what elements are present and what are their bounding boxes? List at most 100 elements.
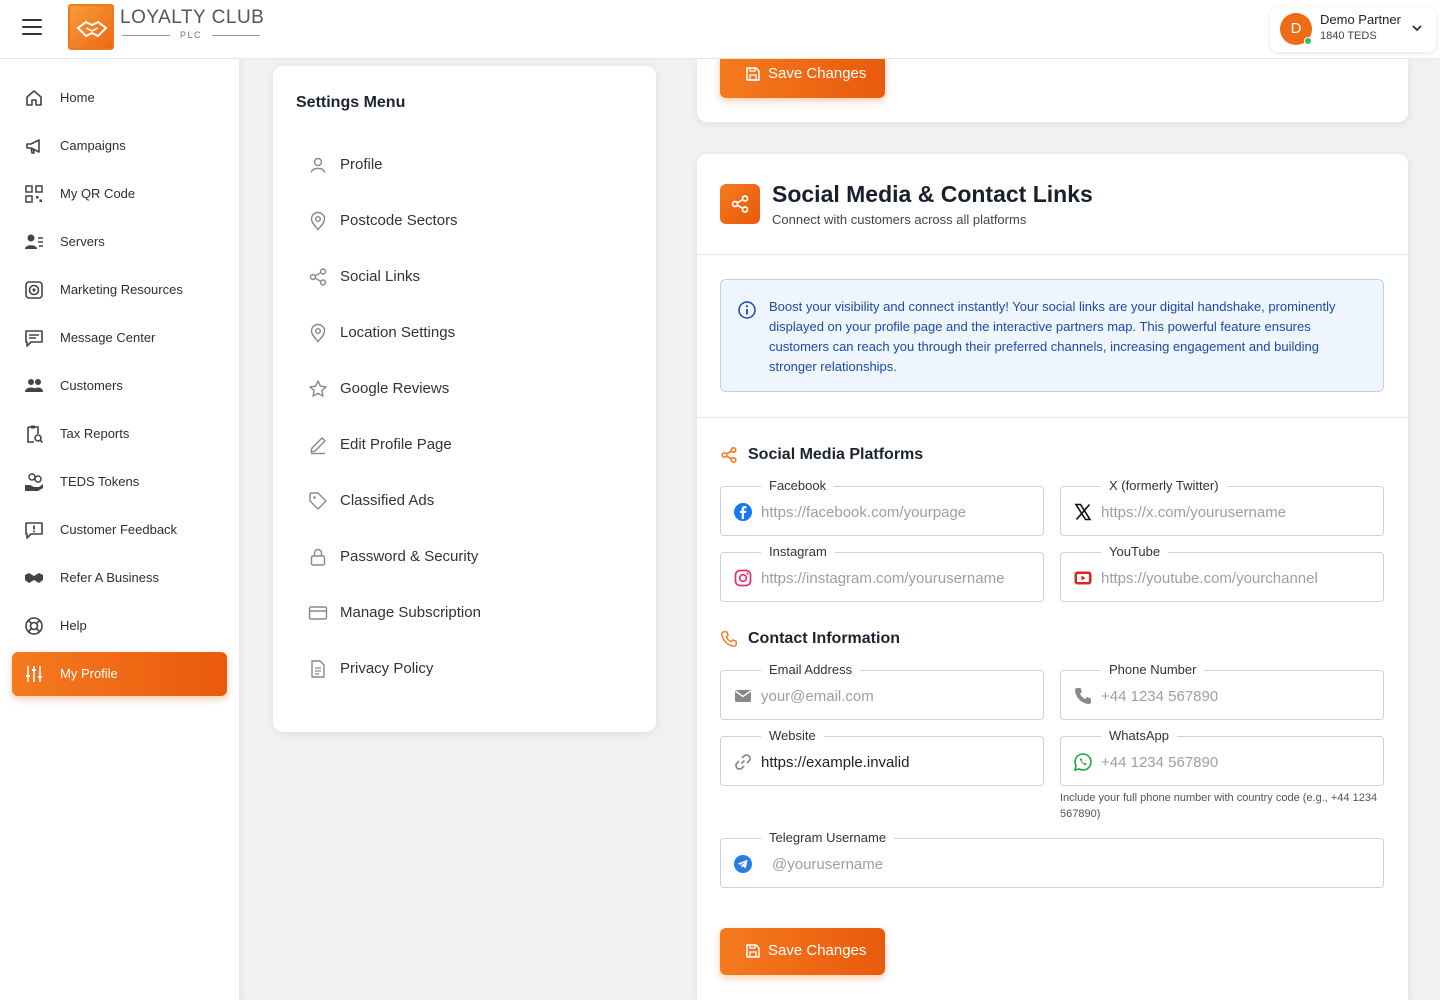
map-pin-icon — [310, 323, 326, 343]
brand-sub: PLC — [122, 30, 260, 40]
sidebar-item-label: Tax Reports — [60, 426, 130, 441]
megaphone-icon — [26, 139, 40, 154]
sidebar-item-message-center[interactable]: Message Center — [12, 316, 227, 360]
facebook-input[interactable] — [761, 499, 1031, 525]
settings-item-password-security[interactable]: Password & Security — [296, 537, 636, 577]
sidebar-item-label: Marketing Resources — [60, 282, 183, 297]
map-pin-icon — [310, 211, 326, 231]
phone-icon — [1075, 688, 1091, 704]
home-icon — [26, 90, 42, 106]
link-icon — [735, 754, 751, 770]
phone-field[interactable]: Phone Number — [1060, 662, 1384, 720]
settings-item-label: Privacy Policy — [340, 660, 434, 677]
phone-input[interactable] — [1101, 683, 1371, 709]
facebook-label: Facebook — [761, 478, 835, 493]
logo-icon[interactable] — [68, 4, 114, 50]
email-input[interactable] — [761, 683, 1031, 709]
settings-menu-title: Settings Menu — [296, 94, 406, 111]
telegram-field[interactable]: Telegram Username — [720, 830, 1384, 888]
hamburger-menu-icon[interactable] — [22, 19, 42, 35]
website-input[interactable] — [761, 749, 1031, 775]
sidebar-item-refer-a-business[interactable]: Refer A Business — [12, 556, 227, 600]
x-twitter-label: X (formerly Twitter) — [1101, 478, 1227, 493]
save-icon — [746, 67, 760, 81]
sidebar-item-marketing-resources[interactable]: Marketing Resources — [12, 268, 227, 312]
youtube-icon — [1074, 571, 1092, 585]
website-field[interactable]: Website — [720, 728, 1044, 786]
sidebar-item-my-profile[interactable]: My Profile — [12, 652, 227, 696]
settings-item-classified-ads[interactable]: Classified Ads — [296, 481, 636, 521]
sidebar-item-label: Campaigns — [60, 138, 126, 153]
sidebar-item-customers[interactable]: Customers — [12, 364, 227, 408]
email-label: Email Address — [761, 662, 861, 677]
settings-item-label: Google Reviews — [340, 380, 450, 397]
handshake-icon — [25, 573, 43, 583]
settings-item-postcode-sectors[interactable]: Postcode Sectors — [296, 201, 636, 241]
settings-item-label: Profile — [340, 156, 383, 173]
lock-icon — [310, 548, 326, 566]
sidebar-item-label: My Profile — [60, 666, 118, 681]
share-icon — [721, 446, 737, 464]
sidebar-item-label: Servers — [60, 234, 105, 249]
youtube-input[interactable] — [1101, 565, 1371, 591]
facebook-field[interactable]: Facebook — [720, 478, 1044, 536]
coins-hand-icon — [25, 473, 43, 491]
credit-card-icon — [308, 606, 328, 620]
sidebar-item-label: Home — [60, 90, 95, 105]
settings-item-social-links[interactable]: Social Links — [296, 257, 636, 297]
whatsapp-input[interactable] — [1101, 749, 1371, 775]
target-icon — [25, 281, 43, 299]
sidebar-item-servers[interactable]: Servers — [12, 220, 227, 264]
instagram-label: Instagram — [761, 544, 835, 559]
sidebar-item-tax-reports[interactable]: Tax Reports — [12, 412, 227, 456]
save-changes-button[interactable]: Save Changes — [720, 928, 885, 975]
settings-item-manage-subscription[interactable]: Manage Subscription — [296, 593, 636, 633]
sliders-icon — [26, 666, 42, 682]
section-subtitle: Connect with customers across all platfo… — [772, 212, 1027, 227]
instagram-field[interactable]: Instagram — [720, 544, 1044, 602]
telegram-icon — [734, 855, 752, 873]
previous-section-card: Save Changes — [697, 51, 1408, 122]
sidebar-item-qr-code[interactable]: My QR Code — [12, 172, 227, 216]
divider — [697, 417, 1408, 418]
youtube-label: YouTube — [1101, 544, 1169, 559]
sidebar-item-home[interactable]: Home — [12, 76, 227, 120]
info-text: Boost your visibility and connect instan… — [769, 299, 1336, 374]
settings-item-profile[interactable]: Profile — [296, 145, 636, 185]
whatsapp-icon — [1073, 753, 1092, 772]
x-twitter-input[interactable] — [1101, 499, 1371, 525]
clipboard-search-icon — [27, 425, 44, 444]
social-links-card: Social Media & Contact Links Connect wit… — [697, 154, 1408, 1000]
settings-item-edit-profile-page[interactable]: Edit Profile Page — [296, 425, 636, 465]
sidebar-item-label: Customer Feedback — [60, 522, 178, 537]
divider — [697, 254, 1408, 255]
share-icon — [309, 268, 327, 286]
user-menu[interactable]: D Demo Partner 1840 TEDS — [1270, 7, 1436, 52]
sidebar-item-campaigns[interactable]: Campaigns — [12, 124, 227, 168]
info-icon — [738, 301, 756, 319]
sidebar-item-teds-tokens[interactable]: TEDS Tokens — [12, 460, 227, 504]
pencil-icon — [310, 437, 326, 455]
settings-item-privacy-policy[interactable]: Privacy Policy — [296, 649, 636, 689]
sidebar-item-customer-feedback[interactable]: Customer Feedback — [12, 508, 227, 552]
save-button-label: Save Changes — [768, 942, 867, 959]
star-icon — [309, 380, 327, 397]
feedback-icon — [25, 522, 43, 539]
whatsapp-field[interactable]: WhatsApp — [1060, 728, 1384, 786]
instagram-input[interactable] — [761, 565, 1031, 591]
brand-name: LOYALTY CLUB — [120, 7, 265, 28]
settings-item-google-reviews[interactable]: Google Reviews — [296, 369, 636, 409]
sidebar-item-help[interactable]: Help — [12, 604, 227, 648]
website-label: Website — [761, 728, 824, 743]
settings-item-location-settings[interactable]: Location Settings — [296, 313, 636, 353]
x-twitter-field[interactable]: X (formerly Twitter) — [1060, 478, 1384, 536]
telegram-input[interactable] — [772, 851, 1372, 877]
qr-code-icon — [25, 185, 43, 203]
sidebar-item-label: TEDS Tokens — [60, 474, 140, 489]
lifebuoy-icon — [25, 617, 43, 635]
email-field[interactable]: Email Address — [720, 662, 1044, 720]
document-icon — [311, 660, 325, 678]
sidebar-item-label: Message Center — [60, 330, 156, 345]
save-button-label: Save Changes — [768, 65, 867, 82]
youtube-field[interactable]: YouTube — [1060, 544, 1384, 602]
